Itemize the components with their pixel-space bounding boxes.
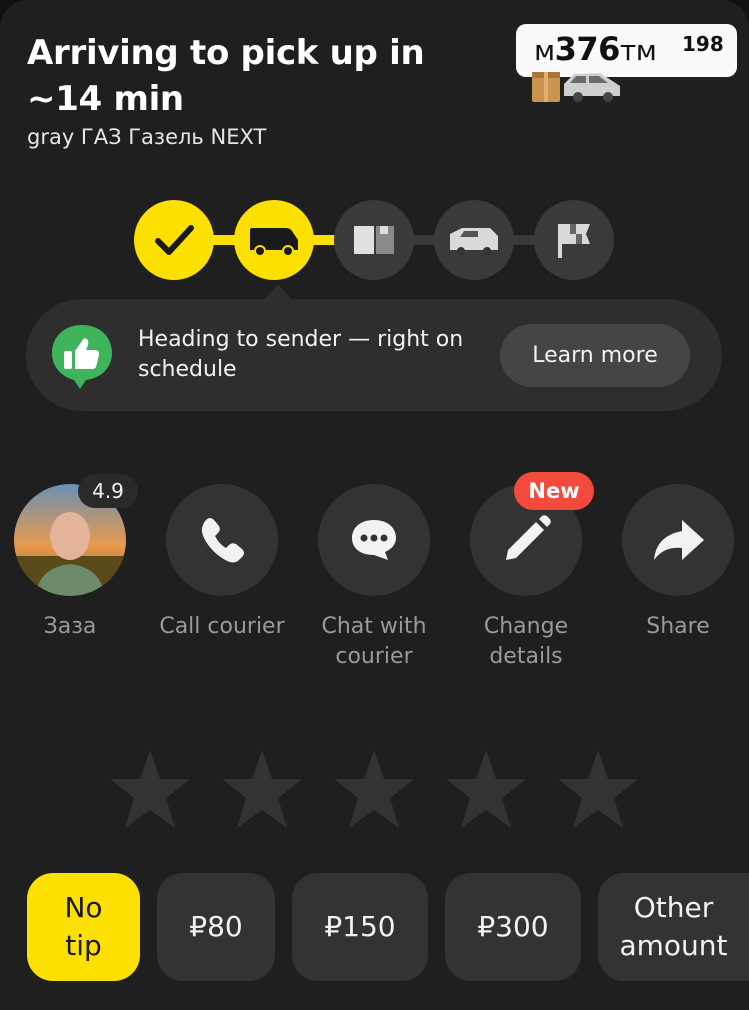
flag-icon (558, 224, 590, 258)
tip-other-label: Other amount (619, 891, 728, 962)
share-button[interactable] (622, 484, 734, 596)
phone-icon (201, 518, 244, 563)
new-badge: New (514, 472, 594, 510)
check-icon (155, 225, 194, 255)
learn-more-button[interactable]: Learn more (500, 324, 690, 387)
tip-80-button[interactable]: ₽80 (157, 873, 275, 981)
chat-courier-button[interactable] (318, 484, 430, 596)
plate-letters: тм (619, 34, 657, 67)
star-icon[interactable] (556, 748, 640, 832)
plate-number: м376тм (534, 30, 657, 68)
tip-150-button[interactable]: ₽150 (292, 873, 428, 981)
chat-courier-label: Chat with courier (321, 614, 427, 669)
tip-150-label: ₽150 (324, 910, 396, 943)
plate-letter: м (534, 34, 555, 67)
step-picked-courier (134, 200, 214, 280)
tip-300-label: ₽300 (477, 910, 549, 943)
tip-none-button[interactable]: No tip (27, 873, 140, 981)
tip-other-button[interactable]: Other amount (598, 873, 749, 981)
call-courier-label: Call courier (159, 614, 285, 639)
star-icon[interactable] (220, 748, 304, 832)
star-icon[interactable] (444, 748, 528, 832)
bottom-sheet: Arriving to pick up in ~14 min gray ГАЗ … (0, 0, 749, 1010)
delivery-progress (134, 200, 614, 280)
thumbs-up-icon (52, 325, 112, 389)
banner-text: Heading to sender — right on schedule (138, 327, 464, 382)
car-with-parcel-icon (532, 72, 620, 102)
change-details-label: Change details (483, 614, 569, 669)
box-icon (354, 226, 394, 254)
banner-pointer (264, 284, 292, 300)
status-banner: Heading to sender — right on schedule Le… (26, 299, 722, 411)
tip-none-label: No tip (64, 891, 103, 962)
tip-300-button[interactable]: ₽300 (445, 873, 581, 981)
share-label: Share (646, 614, 710, 639)
star-icon[interactable] (108, 748, 192, 832)
tip-80-label: ₽80 (189, 910, 243, 943)
star-icon[interactable] (332, 748, 416, 832)
plate-region: 198 (682, 32, 724, 56)
rating-stars (108, 748, 648, 838)
step-pickup (334, 200, 414, 280)
share-icon (654, 520, 704, 560)
step-heading-to-sender (234, 200, 314, 280)
plate-digits: 376 (554, 30, 621, 68)
step-in-transit (434, 200, 514, 280)
truck-icon (250, 228, 298, 257)
courier-name: Заза (43, 614, 97, 639)
van-icon (450, 228, 498, 255)
chat-icon (352, 520, 396, 560)
eta-title: Arriving to pick up in ~14 min (27, 33, 425, 119)
call-courier-button[interactable] (166, 484, 278, 596)
vehicle-description: gray ГАЗ Газель NEXT (27, 125, 267, 149)
step-delivered (534, 200, 614, 280)
courier-rating-badge: 4.9 (78, 474, 138, 508)
